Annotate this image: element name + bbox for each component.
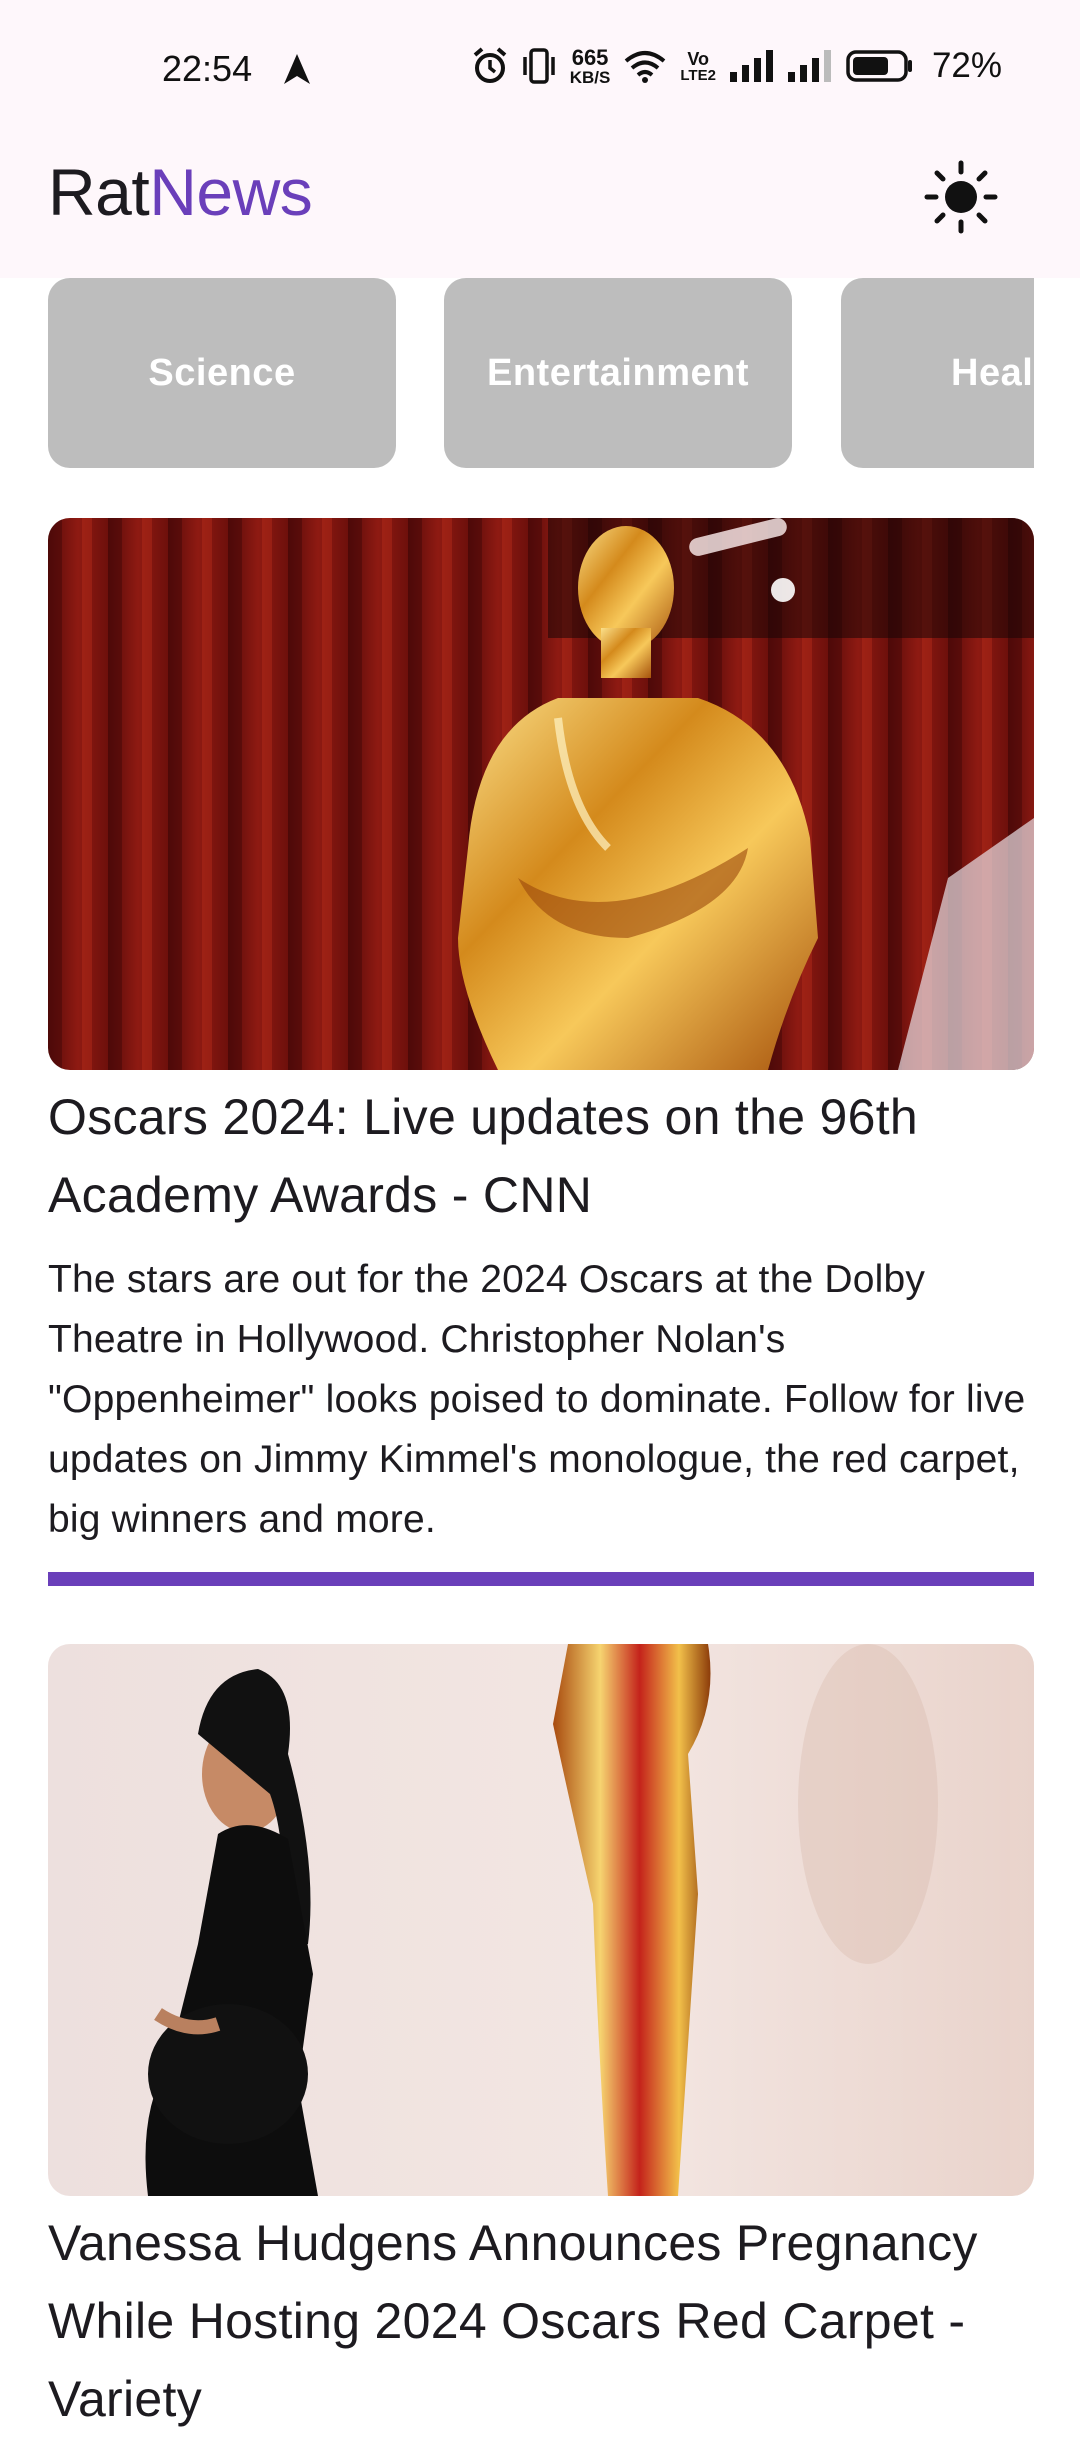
oscar-statue-image xyxy=(48,518,1034,1070)
network-speed: 665 KB/S xyxy=(569,44,611,87)
red-carpet-image xyxy=(48,1644,1034,2196)
article-image[interactable] xyxy=(48,1644,1034,2196)
article-title[interactable]: Vanessa Hudgens Announces Pregnancy Whil… xyxy=(48,2204,1034,2438)
vibrate-icon xyxy=(523,48,555,84)
alarm-icon xyxy=(473,47,507,83)
status-time: 22:54 xyxy=(162,48,253,89)
volte-indicator: Vo LTE2 xyxy=(680,48,716,84)
category-chip-entertainment[interactable]: Entertainment xyxy=(444,278,792,468)
article-image[interactable] xyxy=(48,518,1034,1070)
category-chip-health[interactable]: Heal xyxy=(841,278,1034,468)
navigation-arrow-icon xyxy=(284,54,310,84)
category-chip-science[interactable]: Science xyxy=(48,278,396,468)
article-card[interactable]: Vanessa Hudgens Announces Pregnancy Whil… xyxy=(48,1644,1034,2438)
app-bar: RatNews xyxy=(0,140,1080,278)
wifi-icon xyxy=(625,51,666,83)
status-bar: 22:54 665 KB/S Vo LTE2 72% xyxy=(0,0,1080,140)
article-divider xyxy=(48,1572,1034,1586)
article-card[interactable]: Oscars 2024: Live updates on the 96th Ac… xyxy=(48,518,1034,1586)
article-title[interactable]: Oscars 2024: Live updates on the 96th Ac… xyxy=(48,1078,1034,1234)
signal-icon xyxy=(787,50,831,82)
status-icons: 665 KB/S Vo LTE2 72% xyxy=(472,44,1002,88)
battery-percent: 72% xyxy=(931,46,1002,85)
article-description: The stars are out for the 2024 Oscars at… xyxy=(48,1258,1026,1541)
app-title-part-news: News xyxy=(149,155,313,229)
signal-icon xyxy=(729,50,773,82)
sun-icon[interactable] xyxy=(924,160,998,234)
app-title: RatNews xyxy=(48,154,313,230)
category-list: Science Entertainment Heal xyxy=(48,278,1034,470)
battery-icon xyxy=(846,50,912,82)
app-title-part-rat: Rat xyxy=(48,155,150,229)
